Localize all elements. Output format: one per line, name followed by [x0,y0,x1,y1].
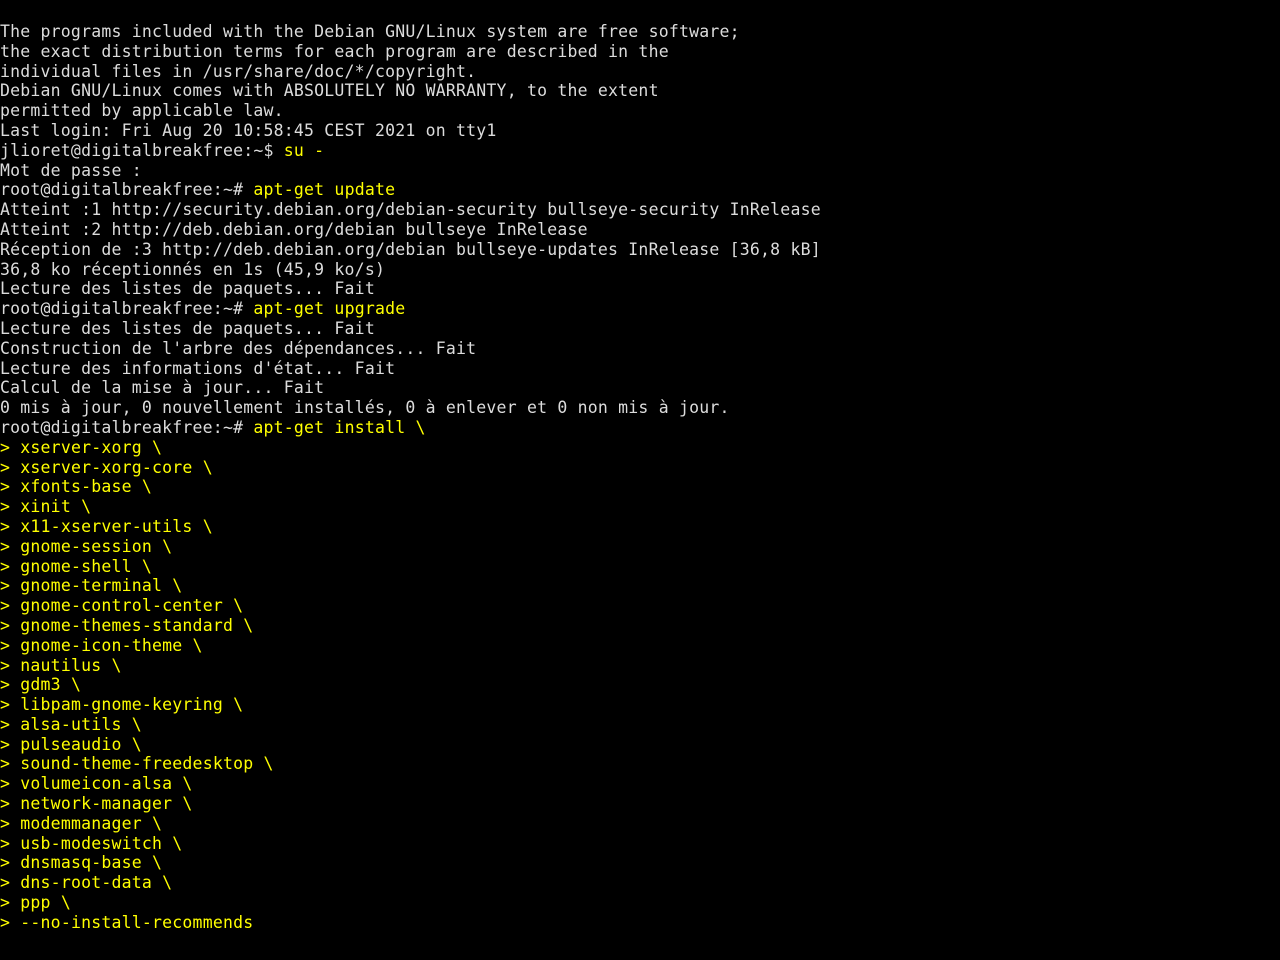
continuation-line: > gnome-themes-standard \ [0,616,1280,636]
apt-output-line: Calcul de la mise à jour... Fait [0,378,1280,398]
continuation-line: > xserver-xorg \ [0,438,1280,458]
continuation-line: > libpam-gnome-keyring \ [0,695,1280,715]
apt-output-line: Atteint :1 http://security.debian.org/de… [0,200,1280,220]
root-prompt-line: root@digitalbreakfree:~# apt-get upgrade [0,299,1280,319]
continuation-line: > xserver-xorg-core \ [0,458,1280,478]
continuation-line: > nautilus \ [0,656,1280,676]
continuation-line: > network-manager \ [0,794,1280,814]
apt-output-line: Lecture des informations d'état... Fait [0,359,1280,379]
motd-line: The programs included with the Debian GN… [0,22,1280,42]
motd-line: permitted by applicable law. [0,101,1280,121]
continuation-line: > pulseaudio \ [0,735,1280,755]
continuation-line: > gnome-shell \ [0,557,1280,577]
motd-line: the exact distribution terms for each pr… [0,42,1280,62]
root-prompt-line: root@digitalbreakfree:~# apt-get install… [0,418,1280,438]
continuation-line: > alsa-utils \ [0,715,1280,735]
continuation-line: > sound-theme-freedesktop \ [0,754,1280,774]
motd-line: Last login: Fri Aug 20 10:58:45 CEST 202… [0,121,1280,141]
continuation-line: > gdm3 \ [0,675,1280,695]
apt-output-line: 0 mis à jour, 0 nouvellement installés, … [0,398,1280,418]
continuation-line: > xfonts-base \ [0,477,1280,497]
continuation-line: > dnsmasq-base \ [0,853,1280,873]
root-prompt-line: root@digitalbreakfree:~# apt-get update [0,180,1280,200]
continuation-line: > volumeicon-alsa \ [0,774,1280,794]
continuation-line: > gnome-session \ [0,537,1280,557]
apt-output-line: Atteint :2 http://deb.debian.org/debian … [0,220,1280,240]
apt-output-line: Réception de :3 http://deb.debian.org/de… [0,240,1280,260]
continuation-line: > usb-modeswitch \ [0,834,1280,854]
user-prompt-line: jlioret@digitalbreakfree:~$ su - [0,141,1280,161]
continuation-line: > gnome-icon-theme \ [0,636,1280,656]
continuation-line: > xinit \ [0,497,1280,517]
continuation-line: > x11-xserver-utils \ [0,517,1280,537]
motd-line: Debian GNU/Linux comes with ABSOLUTELY N… [0,81,1280,101]
apt-output-line: Lecture des listes de paquets... Fait [0,319,1280,339]
motd-line: individual files in /usr/share/doc/*/cop… [0,62,1280,82]
terminal-output[interactable]: The programs included with the Debian GN… [0,0,1280,933]
continuation-line: > gnome-terminal \ [0,576,1280,596]
continuation-line: > ppp \ [0,893,1280,913]
apt-output-line: Lecture des listes de paquets... Fait [0,279,1280,299]
password-prompt-line: Mot de passe : [0,161,1280,181]
continuation-line: > dns-root-data \ [0,873,1280,893]
apt-output-line: 36,8 ko réceptionnés en 1s (45,9 ko/s) [0,260,1280,280]
continuation-line: > gnome-control-center \ [0,596,1280,616]
continuation-line: > modemmanager \ [0,814,1280,834]
continuation-line: > --no-install-recommends [0,913,1280,933]
apt-output-line: Construction de l'arbre des dépendances.… [0,339,1280,359]
